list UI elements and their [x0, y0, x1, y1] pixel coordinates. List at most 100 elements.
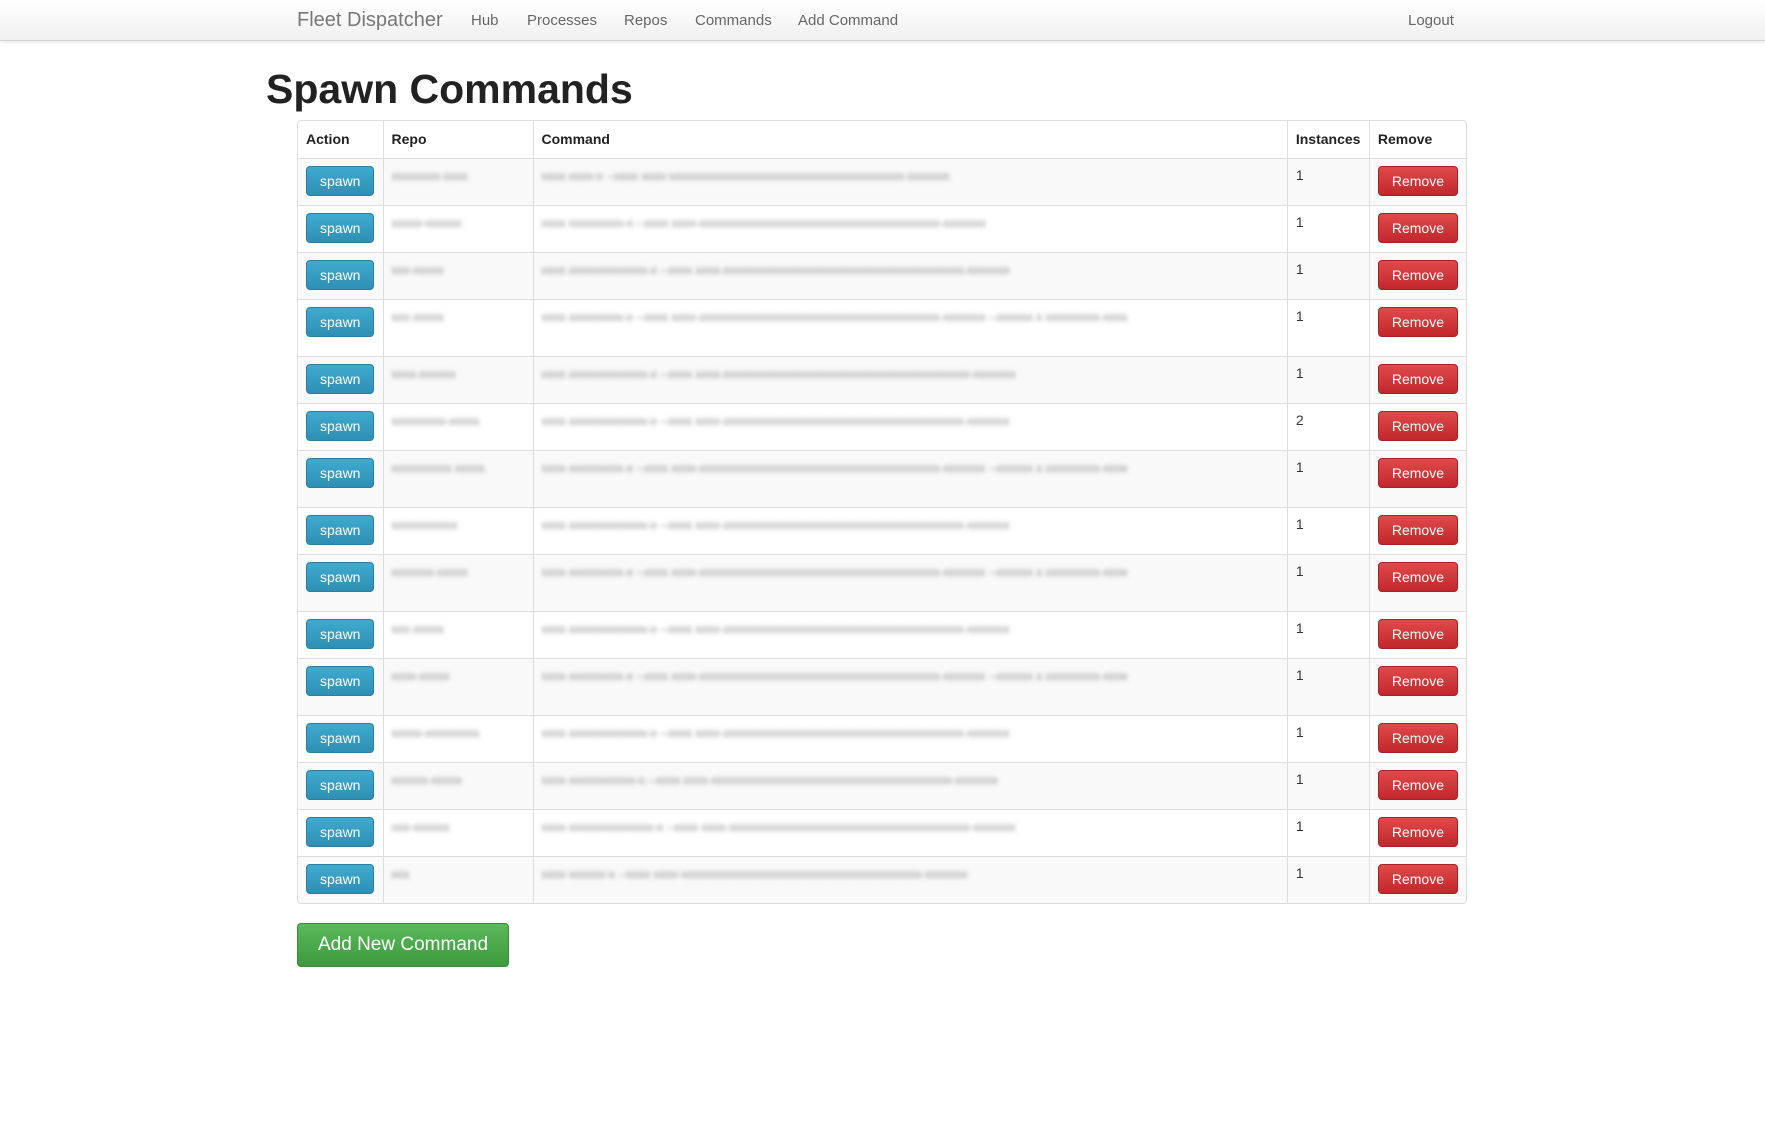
action-cell: spawn — [298, 808, 383, 856]
repo-cell: xxxx-xxxxx — [382, 657, 533, 715]
remove-button[interactable]: Remove — [1377, 212, 1458, 243]
remove-button[interactable]: Remove — [1377, 561, 1458, 592]
table-row: spawn xxxxxxxxxxx xxxx xxxxxxxxxxxxx-x --x… — [298, 506, 1466, 554]
spawn-button[interactable]: spawn — [306, 306, 375, 337]
remove-button[interactable]: Remove — [1377, 259, 1458, 290]
spawn-button[interactable]: spawn — [306, 665, 375, 696]
action-cell: spawn — [298, 714, 383, 762]
command-cell: xxxx xxxxxx-x --xxxx xxxx-xxxxxxxxxxxxxx… — [532, 855, 1288, 903]
command-cell: xxxx xxxxxxxxx-x --xxxx xxxx-xxxxxxxxxxx… — [532, 657, 1288, 715]
command-cell: xxxx xxxxxxxxx-x --xxxx xxxx-xxxxxxxxxxx… — [532, 449, 1288, 507]
spawn-button[interactable]: spawn — [306, 457, 375, 488]
table-row: spawn xxxx-xxxxxx xxxx xxxxxxxxxxxxx-x --x… — [298, 355, 1466, 403]
nav-add-command[interactable]: Add Command — [798, 12, 898, 29]
repo-name: xxx-xxxxx — [391, 262, 444, 277]
instances-cell: 1 — [1286, 298, 1370, 356]
repo-cell: xxxxxxx-xxxxx — [382, 553, 533, 611]
commands-table: Action Repo Command Instances Remove spa… — [298, 121, 1466, 903]
brand-title[interactable]: Fleet Dispatcher — [297, 9, 443, 32]
repo-cell: xxxx-xxxxxx — [382, 355, 533, 403]
spawn-button[interactable]: spawn — [306, 363, 375, 394]
spawn-button[interactable]: spawn — [306, 165, 375, 196]
remove-button[interactable]: Remove — [1377, 618, 1458, 649]
instances-cell: 1 — [1286, 251, 1370, 299]
instances-cell: 1 — [1286, 204, 1370, 252]
add-new-command-button[interactable]: Add New Command — [297, 923, 510, 967]
table-row: spawn xxxxxx-xxxxx xxxx xxxxxxxxxxx-x --xx… — [298, 761, 1466, 809]
command-text: xxxx xxxxxxxxxxxxx-x --xxxx xxxx-xxxxxxx… — [541, 621, 1010, 636]
spawn-button[interactable]: spawn — [306, 618, 375, 649]
instances-cell: 1 — [1286, 714, 1370, 762]
spawn-button[interactable]: spawn — [306, 410, 375, 441]
instances-cell: 1 — [1286, 657, 1370, 715]
remove-button[interactable]: Remove — [1377, 165, 1458, 196]
spawn-button[interactable]: spawn — [306, 561, 375, 592]
spawn-button[interactable]: spawn — [306, 514, 375, 545]
action-cell: spawn — [298, 657, 383, 715]
remove-button[interactable]: Remove — [1377, 769, 1458, 800]
remove-button[interactable]: Remove — [1377, 665, 1458, 696]
command-text: xxxx xxxxxxxxxxxxx-x --xxxx xxxx-xxxxxxx… — [541, 262, 1010, 277]
action-cell: spawn — [298, 298, 383, 356]
instances-cell: 1 — [1286, 610, 1370, 658]
remove-button[interactable]: Remove — [1377, 363, 1458, 394]
remove-cell: Remove — [1368, 204, 1466, 252]
remove-button[interactable]: Remove — [1377, 816, 1458, 847]
table-body: spawn xxxxxxxx-xxxx xxxx xxxx-x --xxxx xxx… — [298, 157, 1466, 903]
table-row: spawn xxxxxxxx-xxxx xxxx xxxx-x --xxxx xxx… — [298, 157, 1466, 205]
table-row: spawn xxx-xxxxx xxxx xxxxxxxxxxxxx-x --xxx… — [298, 251, 1466, 299]
repo-cell: xxx — [382, 855, 533, 903]
command-text: xxxx xxxxxxxxx-x --xxxx xxxx-xxxxxxxxxxx… — [541, 668, 1128, 683]
command-text: xxxx xxxxxxxxx-x --xxxx xxxx-xxxxxxxxxxx… — [541, 564, 1128, 579]
command-cell: xxxx xxxxxxxxxxxxxx-x --xxxx xxxx-xxxxxx… — [532, 808, 1288, 856]
header-action: Action — [306, 131, 350, 148]
table-row: spawn xxx-xxxxx xxxx xxxxxxxxx-x --xxxx xx… — [298, 298, 1466, 356]
spawn-button[interactable]: spawn — [306, 259, 375, 290]
nav-processes[interactable]: Processes — [527, 12, 597, 29]
remove-button[interactable]: Remove — [1377, 514, 1458, 545]
spawn-button[interactable]: spawn — [306, 722, 375, 753]
repo-cell: xxx-xxxxx — [382, 298, 533, 356]
repo-cell: xxxxxxxxx-xxxxx — [382, 402, 533, 450]
nav-logout[interactable]: Logout — [1408, 12, 1454, 29]
command-text: xxxx xxxxxxxxxxx-x --xxxx xxxx-xxxxxxxxx… — [541, 772, 998, 787]
spawn-button[interactable]: spawn — [306, 816, 375, 847]
command-cell: xxxx xxxxxxxxx-x --xxxx xxxx-xxxxxxxxxxx… — [532, 204, 1288, 252]
action-cell: spawn — [298, 506, 383, 554]
spawn-button[interactable]: spawn — [306, 863, 375, 894]
page-title: Spawn Commands — [266, 66, 633, 112]
nav-hub[interactable]: Hub — [471, 12, 499, 29]
remove-button[interactable]: Remove — [1377, 410, 1458, 441]
action-cell: spawn — [298, 251, 383, 299]
command-text: xxxx xxxxxxxxxxxxxx-x --xxxx xxxx-xxxxxx… — [541, 819, 1016, 834]
remove-cell: Remove — [1368, 298, 1466, 356]
command-text: xxxx xxxxxxxxx-x --xxxx xxxx-xxxxxxxxxxx… — [541, 460, 1128, 475]
instances-cell: 1 — [1286, 553, 1370, 611]
repo-cell: xxx-xxxxx — [382, 251, 533, 299]
remove-cell: Remove — [1368, 553, 1466, 611]
command-cell: xxxx xxxxxxxxxxxxx-x --xxxx xxxx-xxxxxxx… — [532, 506, 1288, 554]
instances-cell: 2 — [1286, 402, 1370, 450]
command-text: xxxx xxxxxxxxxxxxx-x --xxxx xxxx-xxxxxxx… — [541, 517, 1010, 532]
repo-cell: xxxxxxxxxxx — [382, 506, 533, 554]
command-cell: xxxx xxxxxxxxx-x --xxxx xxxx-xxxxxxxxxxx… — [532, 553, 1288, 611]
table-row: spawn xxx-xxxxx xxxx xxxxxxxxxxxxx-x --xxx… — [298, 610, 1466, 658]
remove-button[interactable]: Remove — [1377, 863, 1458, 894]
instances-cell: 1 — [1286, 761, 1370, 809]
spawn-button[interactable]: spawn — [306, 769, 375, 800]
remove-button[interactable]: Remove — [1377, 722, 1458, 753]
remove-cell: Remove — [1368, 761, 1466, 809]
repo-name: xxxxxxx-xxxxx — [391, 564, 468, 579]
nav-repos[interactable]: Repos — [624, 12, 667, 29]
command-text: xxxx xxxxxxxxxxxxx-x --xxxx xxxx-xxxxxxx… — [541, 366, 1016, 381]
remove-cell: Remove — [1368, 157, 1466, 205]
remove-button[interactable]: Remove — [1377, 306, 1458, 337]
remove-cell: Remove — [1368, 714, 1466, 762]
repo-name: xxx-xxxxxx — [391, 819, 450, 834]
spawn-button[interactable]: spawn — [306, 212, 375, 243]
command-cell: xxxx xxxxxxxxxxxxx-x --xxxx xxxx-xxxxxxx… — [532, 355, 1288, 403]
remove-button[interactable]: Remove — [1377, 457, 1458, 488]
action-cell: spawn — [298, 402, 383, 450]
nav-commands[interactable]: Commands — [695, 12, 772, 29]
repo-name: xxx — [391, 866, 410, 881]
